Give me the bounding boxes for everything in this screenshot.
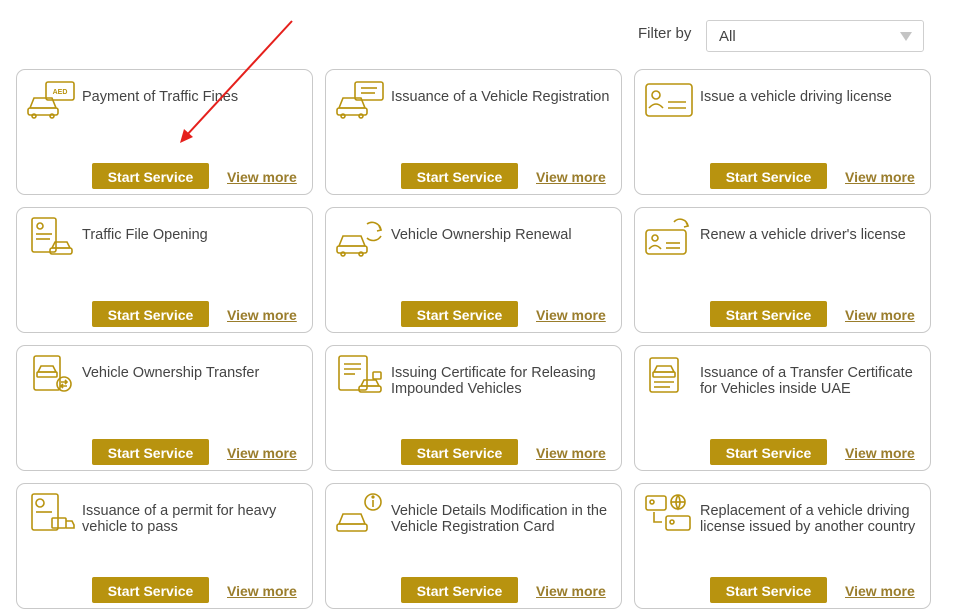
filter-label: Filter by <box>638 25 692 42</box>
view-more-link[interactable]: View more <box>845 169 915 185</box>
service-title: Issuance of a Vehicle Registration <box>391 89 610 105</box>
service-title: Issuance of a Transfer Certificate for V… <box>700 365 913 397</box>
license-card-icon <box>644 78 694 120</box>
service-title: Payment of Traffic Fines <box>82 89 239 105</box>
service-title: Issuing Certificate for Releasing Impoun… <box>391 365 596 397</box>
start-service-button[interactable]: Start Service <box>92 301 209 327</box>
car-registration-icon <box>335 78 385 120</box>
view-more-link[interactable]: View more <box>227 169 297 185</box>
view-more-link[interactable]: View more <box>227 583 297 599</box>
start-service-button[interactable]: Start Service <box>710 163 827 189</box>
start-service-button[interactable]: Start Service <box>401 301 518 327</box>
service-card: Vehicle Ownership Renewal Start Service … <box>325 207 622 333</box>
start-service-button[interactable]: Start Service <box>401 577 518 603</box>
view-more-link[interactable]: View more <box>845 583 915 599</box>
start-service-button[interactable]: Start Service <box>710 577 827 603</box>
service-card: Issuance of a Transfer Certificate for V… <box>634 345 931 471</box>
heavy-vehicle-permit-icon <box>26 492 76 534</box>
transfer-certificate-icon <box>644 354 694 396</box>
ownership-transfer-icon <box>26 354 76 396</box>
service-card: AED Payment of Traffic Fines Start Servi… <box>16 69 313 195</box>
service-card: Replacement of a vehicle driving license… <box>634 483 931 609</box>
service-card: Issuance of a permit for heavy vehicle t… <box>16 483 313 609</box>
start-service-button[interactable]: Start Service <box>92 439 209 465</box>
view-more-link[interactable]: View more <box>227 445 297 461</box>
view-more-link[interactable]: View more <box>227 307 297 323</box>
service-card: Traffic File Opening Start Service View … <box>16 207 313 333</box>
service-card: Issuing Certificate for Releasing Impoun… <box>325 345 622 471</box>
license-renew-icon <box>644 216 694 258</box>
caret-down-icon[interactable] <box>900 32 912 41</box>
filter-select[interactable]: All <box>706 20 924 52</box>
start-service-button[interactable]: Start Service <box>92 163 209 189</box>
filter-value: All <box>719 28 736 45</box>
service-title: Replacement of a vehicle driving license… <box>700 503 916 535</box>
car-renew-icon <box>335 216 385 258</box>
view-more-link[interactable]: View more <box>536 307 606 323</box>
service-title: Vehicle Ownership Renewal <box>391 227 572 243</box>
service-title: Traffic File Opening <box>82 227 208 243</box>
start-service-button[interactable]: Start Service <box>710 301 827 327</box>
service-title: Renew a vehicle driver's license <box>700 227 906 243</box>
service-title: Vehicle Details Modification in the Vehi… <box>391 503 608 535</box>
view-more-link[interactable]: View more <box>536 583 606 599</box>
start-service-button[interactable]: Start Service <box>401 163 518 189</box>
view-more-link[interactable]: View more <box>536 445 606 461</box>
service-title: Vehicle Ownership Transfer <box>82 365 260 381</box>
service-card: Vehicle Ownership Transfer Start Service… <box>16 345 313 471</box>
service-title: Issue a vehicle driving license <box>700 89 892 105</box>
start-service-button[interactable]: Start Service <box>401 439 518 465</box>
view-more-link[interactable]: View more <box>845 307 915 323</box>
view-more-link[interactable]: View more <box>536 169 606 185</box>
svg-text:AED: AED <box>53 89 68 96</box>
service-card: Issue a vehicle driving license Start Se… <box>634 69 931 195</box>
car-fine-icon: AED <box>26 78 76 120</box>
car-info-icon <box>335 492 385 534</box>
start-service-button[interactable]: Start Service <box>710 439 827 465</box>
service-card: Renew a vehicle driver's license Start S… <box>634 207 931 333</box>
impound-certificate-icon <box>335 354 385 396</box>
view-more-link[interactable]: View more <box>845 445 915 461</box>
service-card: Vehicle Details Modification in the Vehi… <box>325 483 622 609</box>
license-exchange-icon <box>644 492 694 534</box>
service-card: Issuance of a Vehicle Registration Start… <box>325 69 622 195</box>
service-title: Issuance of a permit for heavy vehicle t… <box>82 503 277 535</box>
start-service-button[interactable]: Start Service <box>92 577 209 603</box>
traffic-file-icon <box>26 216 76 258</box>
